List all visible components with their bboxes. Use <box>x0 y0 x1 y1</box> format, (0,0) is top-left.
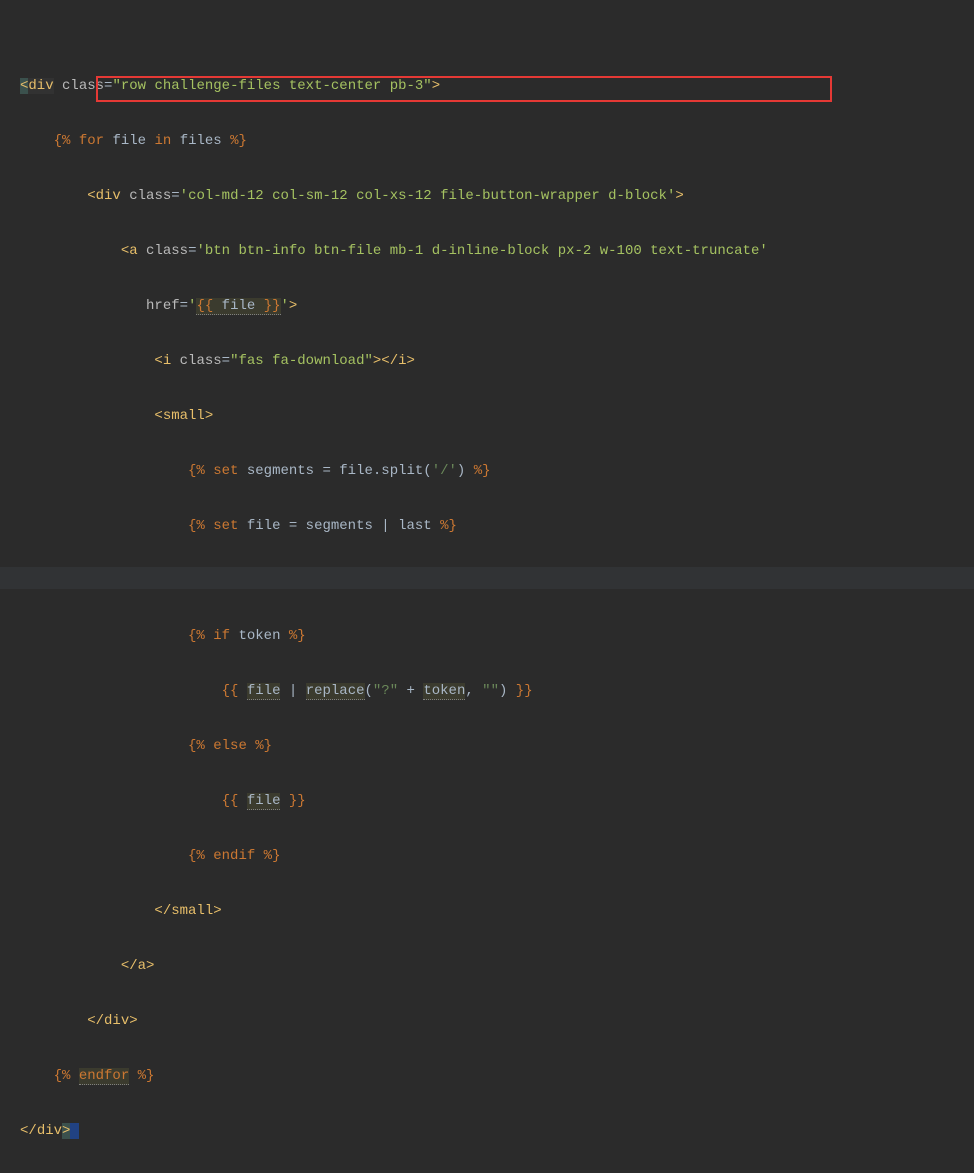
code-line: </a> <box>20 953 974 981</box>
code-line: <a class='btn btn-info btn-file mb-1 d-i… <box>20 238 974 266</box>
code-line: {% if token %} <box>20 623 974 651</box>
code-line: <div class="row challenge-files text-cen… <box>20 73 974 101</box>
code-line: </div> <box>20 1008 974 1036</box>
code-line: {% for file in files %} <box>20 128 974 156</box>
code-line: </div> <box>20 1118 974 1146</box>
code-line: <small> <box>20 403 974 431</box>
code-line: {% else %} <box>20 733 974 761</box>
code-line: </small> <box>20 898 974 926</box>
code-line-highlighted: <div class='col-md-12 col-sm-12 col-xs-1… <box>20 183 974 211</box>
code-line: {{ file | replace("?" + token, "") }} <box>20 678 974 706</box>
code-line: {% endif %} <box>20 843 974 871</box>
code-line: {% endfor %} <box>20 1063 974 1091</box>
status-bar <box>0 567 974 589</box>
code-line: {% set file = segments | last %} <box>20 513 974 541</box>
code-line: {% set segments = file.split('/') %} <box>20 458 974 486</box>
code-line: <i class="fas fa-download"></i> <box>20 348 974 376</box>
cursor-position <box>70 1123 78 1139</box>
code-line: href='{{ file }}'> <box>20 293 974 321</box>
code-line: {{ file }} <box>20 788 974 816</box>
